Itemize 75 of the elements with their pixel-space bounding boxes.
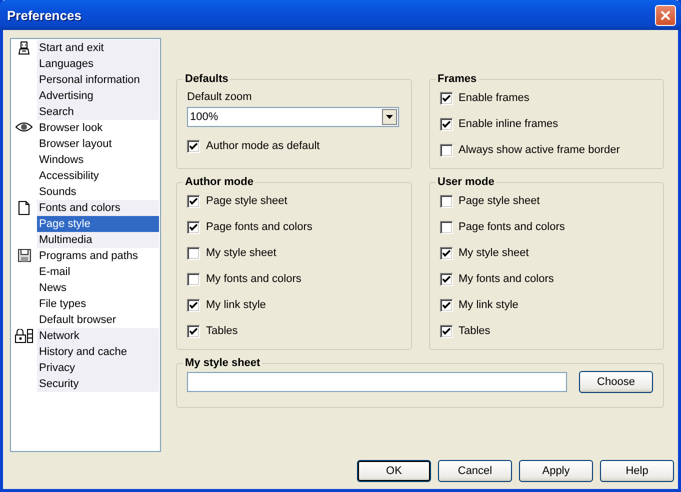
checkbox[interactable] [440,298,452,312]
field-label: Default zoom [187,90,252,105]
sidebar-item[interactable]: E-mail [37,264,159,280]
sidebar-item[interactable]: Privacy [37,360,159,376]
checkbox[interactable] [187,272,200,286]
checkbox[interactable] [440,246,452,260]
sidebar-item[interactable]: Start and exit [37,40,159,56]
group-title: Frames [436,73,478,85]
checkbox-label: Enable inline frames [458,118,558,130]
checkbox[interactable] [440,118,452,130]
checkbox[interactable] [440,272,452,286]
checkbox[interactable] [440,194,452,208]
checkbox-label: Enable frames [458,92,530,104]
sidebar-item[interactable]: Multimedia [37,232,159,248]
window-title: Preferences [7,8,82,22]
dialog-button[interactable]: Apply [519,460,593,482]
sidebar-item[interactable]: Accessibility [37,168,159,184]
group-title: Author mode [184,176,254,188]
checkbox-label: Always show active frame border [458,144,620,156]
dialog-button[interactable]: Help [600,460,674,482]
checkbox-label: Page style sheet [206,195,288,207]
sidebar-item[interactable]: History and cache [37,344,159,360]
input-field[interactable] [187,372,567,392]
sidebar-item[interactable]: File types [37,296,159,312]
checkbox-label: Page fonts and colors [206,221,312,233]
sidebar-item[interactable]: Sounds [37,184,159,200]
dialog-button[interactable]: Cancel [438,460,512,482]
zoom-dropdown[interactable]: 100% [187,107,399,127]
sidebar-item[interactable]: Browser layout [37,136,159,152]
sidebar-item[interactable]: Advertising [37,88,159,104]
group-title: Defaults [184,73,230,85]
checkbox-label: Page style sheet [458,195,540,207]
person-icon [17,41,31,55]
checkbox-label: Tables [458,325,490,337]
checkbox[interactable] [440,144,452,156]
checkbox[interactable] [187,220,200,234]
group-title: User mode [436,176,496,188]
page-icon [18,201,30,215]
sidebar-item[interactable]: Fonts and colors [37,200,159,216]
checkbox[interactable] [187,140,200,152]
checkbox[interactable] [440,324,452,338]
lock-icon [14,329,34,343]
sidebar-item[interactable]: Security [37,376,159,392]
checkbox[interactable] [187,298,200,312]
dialog-button[interactable]: Choose [579,371,653,393]
checkbox[interactable] [187,194,200,208]
sidebar-item[interactable]: Languages [37,56,159,72]
sidebar-item[interactable]: Network [37,328,159,344]
checkbox-label: Author mode as default [206,140,320,152]
dropdown-arrow-icon [386,115,393,119]
close-button[interactable] [655,4,676,26]
checkbox-label: Tables [206,325,238,337]
group-title: My style sheet [184,357,262,369]
checkbox-label: My style sheet [458,247,529,259]
sidebar-item[interactable]: Search [37,104,159,120]
checkbox-label: Page fonts and colors [458,221,565,233]
close-icon [660,10,671,20]
checkbox-label: My link style [458,299,518,311]
sidebar-item[interactable]: Programs and paths [37,248,159,264]
sidebar-item[interactable]: Page style [37,216,159,232]
sidebar-item[interactable]: News [37,280,159,296]
default-button[interactable]: OK [357,460,431,482]
checkbox[interactable] [440,92,452,104]
checkbox-label: My fonts and colors [206,273,302,285]
checkbox-label: My style sheet [206,247,276,259]
checkbox-label: My link style [206,299,266,311]
checkbox[interactable] [187,246,200,260]
checkbox[interactable] [440,220,452,234]
sidebar-item[interactable]: Browser look [37,120,159,136]
sidebar-item[interactable]: Windows [37,152,159,168]
checkbox[interactable] [187,324,200,338]
sidebar-item[interactable]: Personal information [37,72,159,88]
sidebar-item[interactable]: Default browser [37,312,159,328]
eye-icon [15,121,33,133]
checkbox-label: My fonts and colors [458,273,554,285]
